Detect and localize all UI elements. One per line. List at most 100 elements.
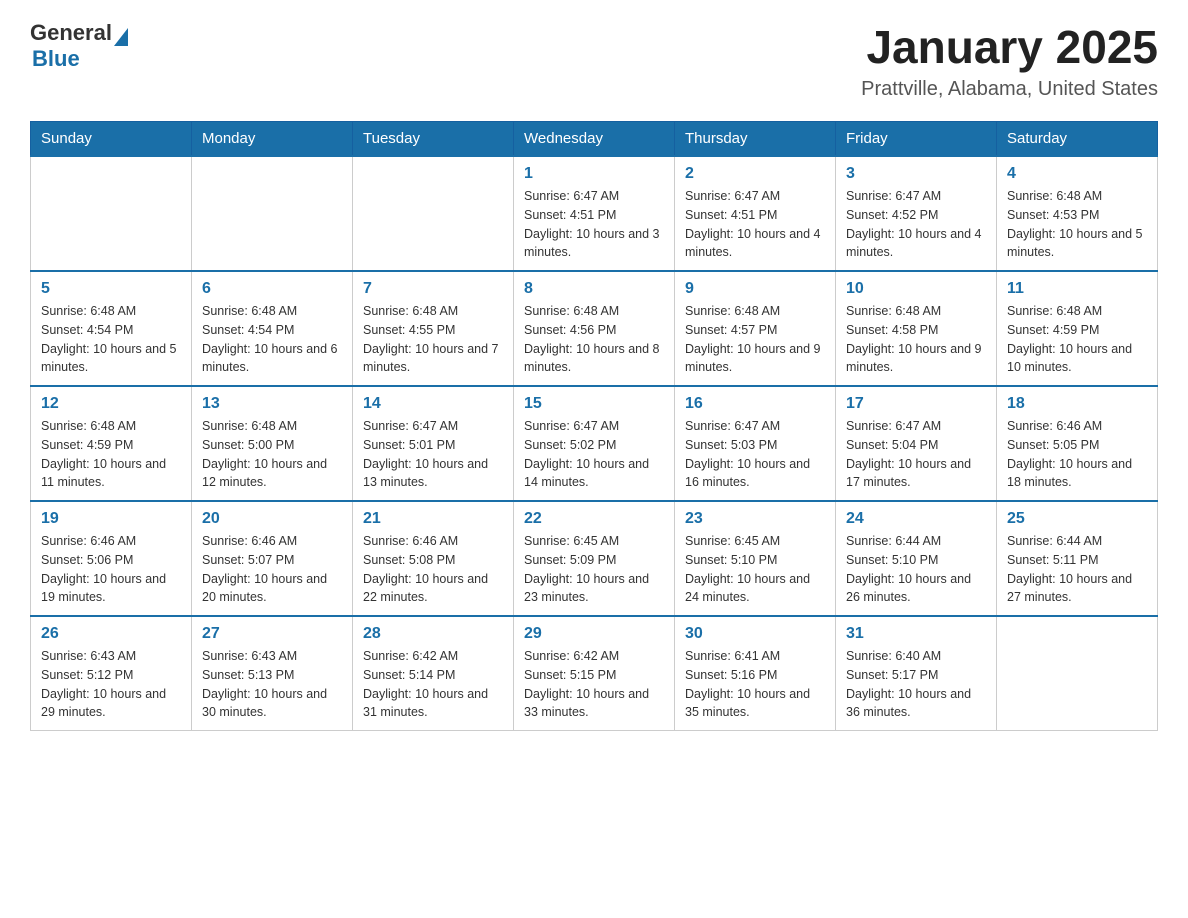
day-number: 31 [846,625,986,643]
day-number: 4 [1007,165,1147,183]
day-of-week-header: Sunday [31,122,192,157]
calendar-table: SundayMondayTuesdayWednesdayThursdayFrid… [30,121,1158,731]
location-subtitle: Prattville, Alabama, United States [861,78,1158,101]
day-number: 12 [41,395,181,413]
day-info: Sunrise: 6:48 AM Sunset: 4:59 PM Dayligh… [1007,302,1147,377]
day-info: Sunrise: 6:47 AM Sunset: 4:51 PM Dayligh… [685,187,825,262]
day-info: Sunrise: 6:47 AM Sunset: 5:01 PM Dayligh… [363,417,503,492]
day-info: Sunrise: 6:44 AM Sunset: 5:11 PM Dayligh… [1007,532,1147,607]
calendar-cell: 16 Sunrise: 6:47 AM Sunset: 5:03 PM Dayli… [675,386,836,501]
day-info: Sunrise: 6:42 AM Sunset: 5:14 PM Dayligh… [363,647,503,722]
calendar-cell: 30Sunrise: 6:41 AM Sunset: 5:16 PM Dayli… [675,616,836,731]
week-row: 26 Sunrise: 6:43 AM Sunset: 5:12 PM Dayli… [31,616,1158,731]
calendar-cell: 17Sunrise: 6:47 AM Sunset: 5:04 PM Dayli… [836,386,997,501]
day-info: Sunrise: 6:46 AM Sunset: 5:05 PM Dayligh… [1007,417,1147,492]
calendar-cell: 18 Sunrise: 6:46 AM Sunset: 5:05 PM Dayli… [997,386,1158,501]
title-block: January 2025 Prattville, Alabama, United… [861,20,1158,101]
day-number: 1 [524,165,664,183]
day-info: Sunrise: 6:48 AM Sunset: 5:00 PM Dayligh… [202,417,342,492]
day-of-week-header: Monday [192,122,353,157]
day-number: 26 [41,625,181,643]
day-of-week-header: Wednesday [514,122,675,157]
calendar-cell: 2Sunrise: 6:47 AM Sunset: 4:51 PM Daylig… [675,156,836,271]
day-info: Sunrise: 6:47 AM Sunset: 4:51 PM Dayligh… [524,187,664,262]
day-number: 28 [363,625,503,643]
day-number: 5 [41,280,181,298]
calendar-cell: 19Sunrise: 6:46 AM Sunset: 5:06 PM Dayli… [31,501,192,616]
calendar-cell: 25 Sunrise: 6:44 AM Sunset: 5:11 PM Dayli… [997,501,1158,616]
day-number: 17 [846,395,986,413]
day-number: 6 [202,280,342,298]
day-info: Sunrise: 6:40 AM Sunset: 5:17 PM Dayligh… [846,647,986,722]
calendar-cell [31,156,192,271]
calendar-cell: 11Sunrise: 6:48 AM Sunset: 4:59 PM Dayli… [997,271,1158,386]
calendar-cell: 29Sunrise: 6:42 AM Sunset: 5:15 PM Dayli… [514,616,675,731]
day-info: Sunrise: 6:48 AM Sunset: 4:54 PM Dayligh… [41,302,181,377]
day-number: 18 [1007,395,1147,413]
logo[interactable]: General Blue [30,20,128,72]
day-info: Sunrise: 6:48 AM Sunset: 4:55 PM Dayligh… [363,302,503,377]
calendar-cell: 15Sunrise: 6:47 AM Sunset: 5:02 PM Dayli… [514,386,675,501]
day-number: 25 [1007,510,1147,528]
day-info: Sunrise: 6:47 AM Sunset: 5:02 PM Dayligh… [524,417,664,492]
day-info: Sunrise: 6:45 AM Sunset: 5:09 PM Dayligh… [524,532,664,607]
logo-triangle-icon [114,28,128,46]
day-info: Sunrise: 6:48 AM Sunset: 4:56 PM Dayligh… [524,302,664,377]
calendar-cell: 22 Sunrise: 6:45 AM Sunset: 5:09 PM Dayli… [514,501,675,616]
day-number: 24 [846,510,986,528]
day-info: Sunrise: 6:48 AM Sunset: 4:53 PM Dayligh… [1007,187,1147,262]
calendar-cell: 27 Sunrise: 6:43 AM Sunset: 5:13 PM Dayli… [192,616,353,731]
day-number: 23 [685,510,825,528]
day-info: Sunrise: 6:45 AM Sunset: 5:10 PM Dayligh… [685,532,825,607]
calendar-header-row: SundayMondayTuesdayWednesdayThursdayFrid… [31,122,1158,157]
day-info: Sunrise: 6:48 AM Sunset: 4:58 PM Dayligh… [846,302,986,377]
page-header: General Blue January 2025 Prattville, Al… [30,20,1158,101]
calendar-cell: 28 Sunrise: 6:42 AM Sunset: 5:14 PM Dayli… [353,616,514,731]
calendar-cell: 7 Sunrise: 6:48 AM Sunset: 4:55 PM Daylig… [353,271,514,386]
day-info: Sunrise: 6:48 AM Sunset: 4:54 PM Dayligh… [202,302,342,377]
day-number: 29 [524,625,664,643]
calendar-cell: 8Sunrise: 6:48 AM Sunset: 4:56 PM Daylig… [514,271,675,386]
calendar-cell: 4 Sunrise: 6:48 AM Sunset: 4:53 PM Daylig… [997,156,1158,271]
day-of-week-header: Friday [836,122,997,157]
calendar-cell: 26 Sunrise: 6:43 AM Sunset: 5:12 PM Dayli… [31,616,192,731]
day-number: 7 [363,280,503,298]
day-number: 27 [202,625,342,643]
day-number: 20 [202,510,342,528]
day-of-week-header: Tuesday [353,122,514,157]
week-row: 19Sunrise: 6:46 AM Sunset: 5:06 PM Dayli… [31,501,1158,616]
calendar-cell: 6 Sunrise: 6:48 AM Sunset: 4:54 PM Daylig… [192,271,353,386]
day-info: Sunrise: 6:48 AM Sunset: 4:57 PM Dayligh… [685,302,825,377]
calendar-cell: 1 Sunrise: 6:47 AM Sunset: 4:51 PM Daylig… [514,156,675,271]
calendar-cell: 23 Sunrise: 6:45 AM Sunset: 5:10 PM Dayli… [675,501,836,616]
day-number: 14 [363,395,503,413]
day-number: 30 [685,625,825,643]
day-number: 19 [41,510,181,528]
calendar-cell: 13 Sunrise: 6:48 AM Sunset: 5:00 PM Dayli… [192,386,353,501]
day-info: Sunrise: 6:46 AM Sunset: 5:08 PM Dayligh… [363,532,503,607]
day-of-week-header: Saturday [997,122,1158,157]
calendar-cell: 24Sunrise: 6:44 AM Sunset: 5:10 PM Dayli… [836,501,997,616]
calendar-cell [353,156,514,271]
day-number: 16 [685,395,825,413]
week-row: 1 Sunrise: 6:47 AM Sunset: 4:51 PM Daylig… [31,156,1158,271]
day-number: 21 [363,510,503,528]
week-row: 5 Sunrise: 6:48 AM Sunset: 4:54 PM Daylig… [31,271,1158,386]
logo-general-text: General [30,20,112,46]
calendar-cell: 20Sunrise: 6:46 AM Sunset: 5:07 PM Dayli… [192,501,353,616]
day-of-week-header: Thursday [675,122,836,157]
calendar-cell: 14 Sunrise: 6:47 AM Sunset: 5:01 PM Dayli… [353,386,514,501]
day-number: 22 [524,510,664,528]
calendar-cell: 21 Sunrise: 6:46 AM Sunset: 5:08 PM Dayli… [353,501,514,616]
calendar-cell: 3Sunrise: 6:47 AM Sunset: 4:52 PM Daylig… [836,156,997,271]
day-number: 3 [846,165,986,183]
day-info: Sunrise: 6:43 AM Sunset: 5:12 PM Dayligh… [41,647,181,722]
calendar-cell: 5 Sunrise: 6:48 AM Sunset: 4:54 PM Daylig… [31,271,192,386]
day-info: Sunrise: 6:48 AM Sunset: 4:59 PM Dayligh… [41,417,181,492]
calendar-cell [997,616,1158,731]
calendar-cell: 31 Sunrise: 6:40 AM Sunset: 5:17 PM Dayli… [836,616,997,731]
day-info: Sunrise: 6:47 AM Sunset: 5:03 PM Dayligh… [685,417,825,492]
day-number: 13 [202,395,342,413]
week-row: 12 Sunrise: 6:48 AM Sunset: 4:59 PM Dayli… [31,386,1158,501]
day-info: Sunrise: 6:43 AM Sunset: 5:13 PM Dayligh… [202,647,342,722]
